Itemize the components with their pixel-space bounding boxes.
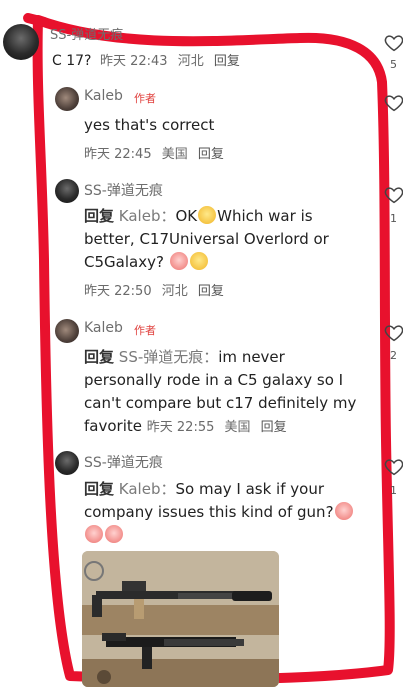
like-count: 5	[390, 58, 397, 71]
reply-author[interactable]: Kaleb	[84, 88, 123, 104]
reply-text: 回复 Kaleb：So may I ask if your company is…	[84, 478, 369, 547]
reply-button[interactable]: 回复	[198, 147, 224, 162]
heart-outline-icon[interactable]	[383, 32, 403, 54]
reply-mention[interactable]: Kaleb：	[119, 207, 176, 225]
comment-meta: 昨天 22:43 河北 回复	[100, 54, 246, 69]
reply-meta: 昨天 22:50 河北 回复	[84, 280, 230, 299]
avatar[interactable]	[55, 451, 79, 475]
pink-face-emoji	[334, 502, 353, 520]
reply-prefix: 回复	[84, 480, 115, 498]
reply-prefix: 回复	[84, 348, 115, 366]
reply-text: 回复 Kaleb：OK Which war is better, C17Unive…	[84, 205, 359, 274]
avatar[interactable]	[3, 24, 39, 60]
comment-location: 河北	[177, 54, 204, 69]
yellow-face-emoji	[198, 206, 217, 224]
reply-body-start: OK	[175, 207, 198, 225]
reply-mention[interactable]: Kaleb：	[119, 480, 176, 498]
reply-button[interactable]: 回复	[261, 420, 287, 435]
avatar[interactable]	[55, 87, 79, 111]
pink-face-emoji	[85, 525, 103, 543]
rifle-photo-illustration	[82, 551, 279, 687]
reply-prefix: 回复	[84, 207, 115, 225]
reply-mention[interactable]: SS-弹道无痕：	[119, 348, 218, 366]
reply-author[interactable]: SS-弹道无痕	[84, 452, 163, 472]
attached-photo[interactable]	[82, 551, 279, 687]
comment-time: 昨天 22:43	[99, 54, 168, 69]
pink-face-emoji	[169, 252, 188, 270]
heart-outline-icon[interactable]	[383, 456, 403, 478]
reply-location: 河北	[161, 284, 188, 299]
reply-meta: 昨天 22:45 美国 回复	[84, 143, 230, 162]
heart-outline-icon[interactable]	[383, 184, 403, 206]
reply-location: 美国	[161, 147, 188, 162]
avatar[interactable]	[55, 319, 79, 343]
comment-body: C 17?	[52, 53, 92, 69]
heart-outline-icon[interactable]	[383, 322, 403, 344]
reply-time: 昨天 22:45	[84, 147, 152, 162]
reply-location: 美国	[224, 420, 251, 435]
reply-text: 回复 SS-弹道无痕：im never personally rode in a…	[84, 346, 359, 439]
pink-face-emoji	[105, 525, 123, 543]
yellow-face-emoji	[189, 252, 208, 270]
comment-text: C 17? 昨天 22:43 河北 回复	[52, 50, 246, 73]
heart-outline-icon[interactable]	[383, 92, 403, 114]
reply-author[interactable]: SS-弹道无痕	[84, 180, 163, 200]
comment-author[interactable]: SS-弹道无痕	[50, 24, 123, 43]
author-badge: 作者	[134, 92, 156, 105]
reply-meta: 昨天 22:55 美国 回复	[147, 420, 293, 435]
reply-time: 昨天 22:50	[84, 284, 152, 299]
like-count: 2	[390, 349, 397, 362]
like-count: 1	[390, 212, 397, 225]
author-badge: 作者	[134, 324, 156, 337]
reply-text: yes that's correct	[84, 116, 215, 134]
reply-time: 昨天 22:55	[146, 420, 215, 435]
reply-button[interactable]: 回复	[198, 284, 224, 299]
reply-author[interactable]: Kaleb	[84, 320, 123, 336]
avatar[interactable]	[55, 179, 79, 203]
like-count: 1	[390, 484, 397, 497]
reply-button[interactable]: 回复	[214, 54, 240, 69]
